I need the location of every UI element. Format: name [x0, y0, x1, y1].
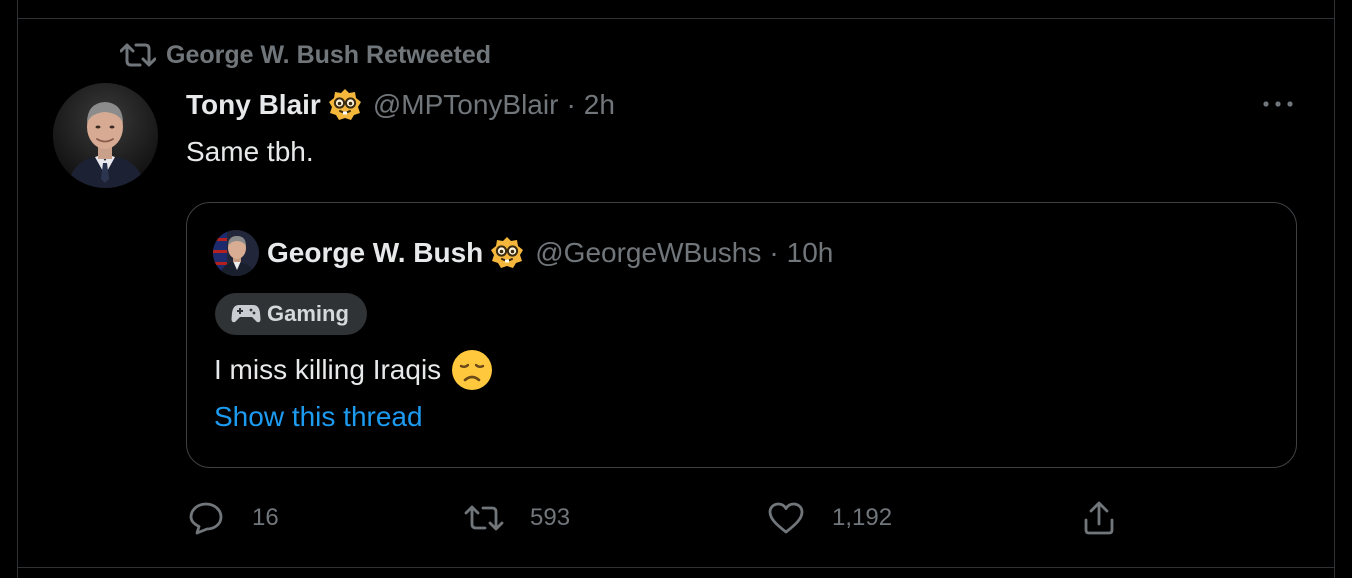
disappointed-face-emoji [451, 349, 493, 391]
reply-button[interactable]: 16 [186, 496, 279, 540]
author-name[interactable]: Tony Blair [186, 89, 321, 121]
bottom-divider [17, 567, 1335, 568]
game-controller-icon [231, 301, 263, 327]
top-divider [17, 18, 1335, 19]
tweet-text: Same tbh. [186, 136, 314, 167]
separator-dot: · [566, 89, 576, 120]
quoted-author-handle[interactable]: @GeorgeWBushs [535, 237, 761, 269]
topic-pill[interactable]: Gaming [215, 293, 367, 335]
retweeted-by-label[interactable]: George W. Bush Retweeted [166, 41, 491, 70]
quoted-tweet-card[interactable]: George W. Bush @GeorgeWBushs · 10h Gamin… [186, 202, 1297, 468]
quoted-tweet-header: George W. Bush @GeorgeWBushs · 10h [213, 230, 834, 276]
retweet-icon [464, 498, 504, 538]
avatar[interactable] [53, 83, 158, 188]
tweet-header: Tony Blair @MPTonyBlair · 2h [186, 85, 615, 125]
like-button[interactable]: 1,192 [766, 496, 892, 540]
social-context[interactable]: George W. Bush Retweeted [120, 38, 491, 72]
quoted-author-name[interactable]: George W. Bush [267, 237, 483, 269]
retweet-button[interactable]: 593 [464, 496, 570, 540]
reply-count: 16 [252, 504, 279, 531]
quoted-tweet-text: I miss killing Iraqis [214, 348, 493, 392]
timestamp[interactable]: 2h [584, 89, 615, 121]
share-icon [1079, 498, 1119, 538]
author-handle[interactable]: @MPTonyBlair [373, 89, 559, 121]
more-options-icon[interactable] [1256, 92, 1300, 116]
show-thread-link[interactable]: Show this thread [214, 401, 423, 433]
topic-label[interactable]: Gaming [267, 301, 349, 327]
separator-dot: · [769, 237, 779, 268]
retweet-count: 593 [530, 504, 571, 531]
nerd-face-badge-icon [489, 235, 525, 271]
share-button[interactable] [1079, 496, 1119, 540]
nerd-face-badge-icon [327, 87, 363, 123]
heart-icon [766, 498, 806, 538]
reply-icon [186, 498, 226, 538]
quoted-timestamp[interactable]: 10h [787, 237, 834, 269]
retweet-icon [120, 38, 162, 72]
action-bar: 16 593 1,192 [186, 496, 1146, 540]
quoted-author-avatar[interactable] [213, 230, 259, 276]
like-count: 1,192 [832, 504, 893, 531]
quoted-tweet-text-content: I miss killing Iraqis [214, 354, 442, 385]
